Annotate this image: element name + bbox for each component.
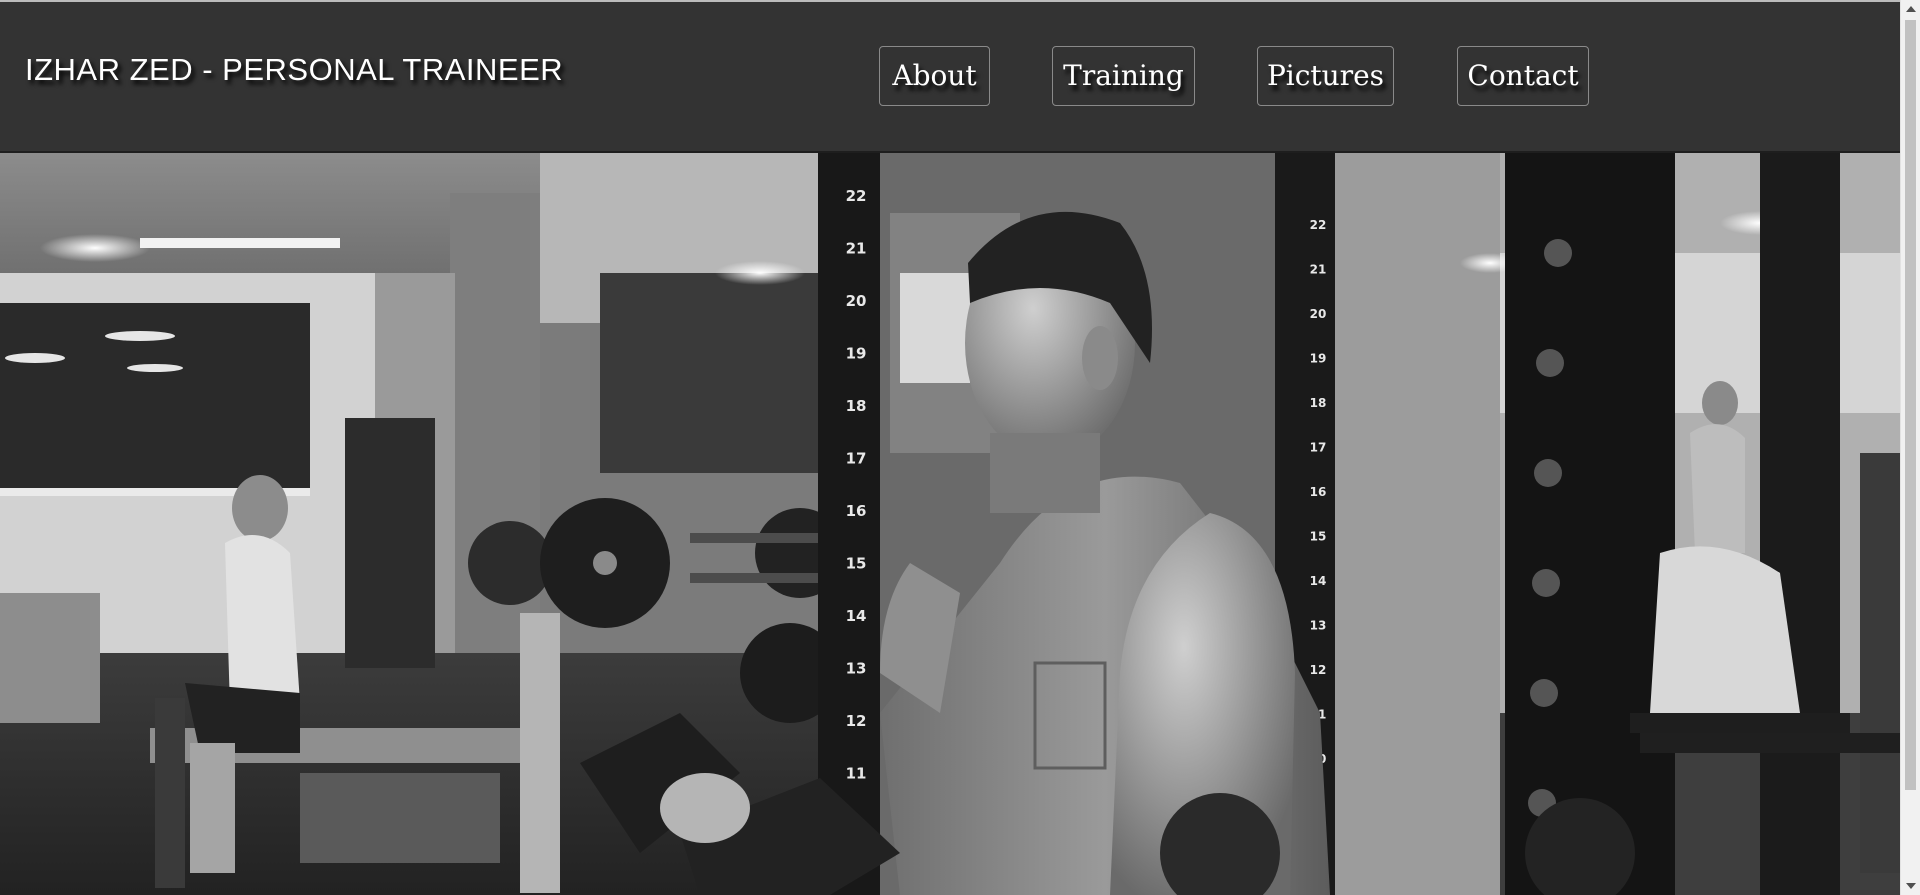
scroll-down-arrow-icon[interactable] <box>1906 883 1916 889</box>
rack-number-right-20: 20 <box>1310 307 1327 321</box>
rack-number-right-22: 22 <box>1310 218 1327 232</box>
brand-title[interactable]: IZHAR ZED - PERSONAL TRAINEER <box>25 52 563 88</box>
navbar: IZHAR ZED - PERSONAL TRAINEER About Trai… <box>0 2 1900 153</box>
rack-number-13: 13 <box>846 660 867 678</box>
rack-number-right-17: 17 <box>1310 441 1327 455</box>
rack-number-18: 18 <box>846 397 867 415</box>
rack-number-17: 17 <box>846 450 867 468</box>
rack-number-right-16: 16 <box>1310 485 1327 499</box>
scroll-up-arrow-icon[interactable] <box>1906 6 1916 12</box>
rack-number-12: 12 <box>846 712 867 730</box>
hero-image: 22 21 20 19 18 17 16 15 14 13 12 11 22 21 20 19 18 17 16 1… <box>0 153 1900 895</box>
rack-number-14: 14 <box>846 607 867 625</box>
rack-number-11: 11 <box>846 765 867 783</box>
rack-number-15: 15 <box>846 555 867 573</box>
hero-photo: 22 21 20 19 18 17 16 15 14 13 12 11 22 21 20 19 18 17 16 1… <box>0 153 1900 895</box>
rack-number-right-13: 13 <box>1310 619 1327 633</box>
rack-number-21: 21 <box>846 240 867 258</box>
vertical-scrollbar[interactable] <box>1900 0 1920 895</box>
rack-number-right-21: 21 <box>1310 263 1327 277</box>
rack-number-19: 19 <box>846 345 867 363</box>
nav-pictures-button[interactable]: Pictures <box>1257 46 1394 106</box>
rack-number-right-19: 19 <box>1310 352 1327 366</box>
rack-number-16: 16 <box>846 502 867 520</box>
nav-training-button[interactable]: Training <box>1052 46 1195 106</box>
rack-number-20: 20 <box>846 292 867 310</box>
rack-number-right-12: 12 <box>1310 663 1327 677</box>
rack-number-22: 22 <box>846 187 867 205</box>
rack-number-right-15: 15 <box>1310 530 1327 544</box>
nav-about-button[interactable]: About <box>879 46 990 106</box>
nav-contact-button[interactable]: Contact <box>1457 46 1589 106</box>
rack-number-right-14: 14 <box>1310 574 1327 588</box>
scroll-thumb[interactable] <box>1905 20 1916 790</box>
rack-number-right-18: 18 <box>1310 396 1327 410</box>
